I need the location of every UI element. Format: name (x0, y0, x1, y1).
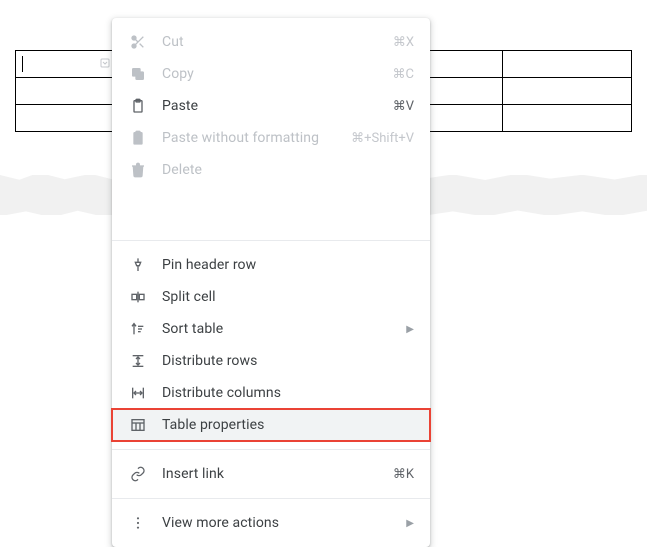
menu-label: Sort table (162, 321, 406, 337)
menu-label: Insert link (162, 466, 393, 482)
table-cell[interactable] (16, 51, 116, 78)
menu-item-paste-without-formatting: Paste without formatting ⌘+Shift+V (112, 122, 430, 154)
menu-separator (112, 449, 430, 450)
menu-item-paste[interactable]: Paste ⌘V (112, 90, 430, 122)
menu-item-copy: Copy ⌘C (112, 58, 430, 90)
split-cell-icon (128, 287, 148, 307)
menu-label: Cut (162, 34, 393, 50)
menu-label: Copy (162, 66, 393, 82)
table-cell[interactable] (503, 105, 632, 132)
menu-label: Distribute rows (162, 353, 414, 369)
menu-separator (112, 240, 430, 241)
distribute-rows-icon (128, 351, 148, 371)
menu-item-distribute-rows[interactable]: Distribute rows (112, 345, 430, 377)
menu-label: Table properties (162, 417, 414, 433)
menu-section-table: Pin header row Split cell Sort table ▶ (112, 247, 430, 443)
submenu-arrow-icon: ▶ (406, 324, 414, 335)
distribute-columns-icon (128, 383, 148, 403)
menu-label: Distribute columns (162, 385, 414, 401)
menu-item-pin-header-row[interactable]: Pin header row (112, 249, 430, 281)
link-icon (128, 464, 148, 484)
menu-shortcut: ⌘K (393, 467, 414, 482)
menu-shortcut: ⌘C (393, 67, 414, 82)
menu-item-table-properties[interactable]: Table properties (112, 409, 430, 441)
menu-section-link: Insert link ⌘K (112, 456, 430, 492)
table-icon (128, 415, 148, 435)
menu-item-insert-link[interactable]: Insert link ⌘K (112, 458, 430, 490)
submenu-arrow-icon: ▶ (406, 518, 414, 529)
menu-separator (112, 498, 430, 499)
menu-label: Split cell (162, 289, 414, 305)
copy-icon (128, 64, 148, 84)
table-cell[interactable] (503, 51, 632, 78)
text-caret (22, 56, 23, 72)
menu-section-clipboard: Cut ⌘X Copy ⌘C Paste ⌘V (112, 24, 430, 188)
menu-label: Pin header row (162, 257, 414, 273)
clipboard-icon (128, 96, 148, 116)
pin-icon (128, 255, 148, 275)
scissors-icon (128, 32, 148, 52)
menu-label: Delete (162, 162, 414, 178)
menu-label: Paste (162, 98, 393, 114)
menu-item-sort-table[interactable]: Sort table ▶ (112, 313, 430, 345)
menu-shortcut: ⌘X (393, 35, 414, 50)
menu-shortcut: ⌘V (393, 99, 414, 114)
menu-item-delete: Delete (112, 154, 430, 186)
menu-label: View more actions (162, 515, 406, 531)
clipboard-plain-icon (128, 128, 148, 148)
menu-item-cut: Cut ⌘X (112, 26, 430, 58)
menu-item-view-more-actions[interactable]: View more actions ▶ (112, 507, 430, 539)
more-vertical-icon (128, 513, 148, 533)
context-menu: Cut ⌘X Copy ⌘C Paste ⌘V (112, 18, 430, 547)
table-cell[interactable] (16, 78, 116, 105)
menu-shortcut: ⌘+Shift+V (351, 131, 414, 146)
menu-item-split-cell[interactable]: Split cell (112, 281, 430, 313)
cell-dropdown-icon[interactable] (99, 57, 111, 69)
sort-icon (128, 319, 148, 339)
document-canvas: Cut ⌘X Copy ⌘C Paste ⌘V (0, 0, 647, 539)
trash-icon (128, 160, 148, 180)
table-cell[interactable] (503, 78, 632, 105)
menu-item-distribute-columns[interactable]: Distribute columns (112, 377, 430, 409)
table-cell[interactable] (16, 105, 116, 132)
menu-label: Paste without formatting (162, 130, 351, 146)
menu-hidden-gap (112, 188, 430, 234)
menu-section-more: View more actions ▶ (112, 505, 430, 541)
